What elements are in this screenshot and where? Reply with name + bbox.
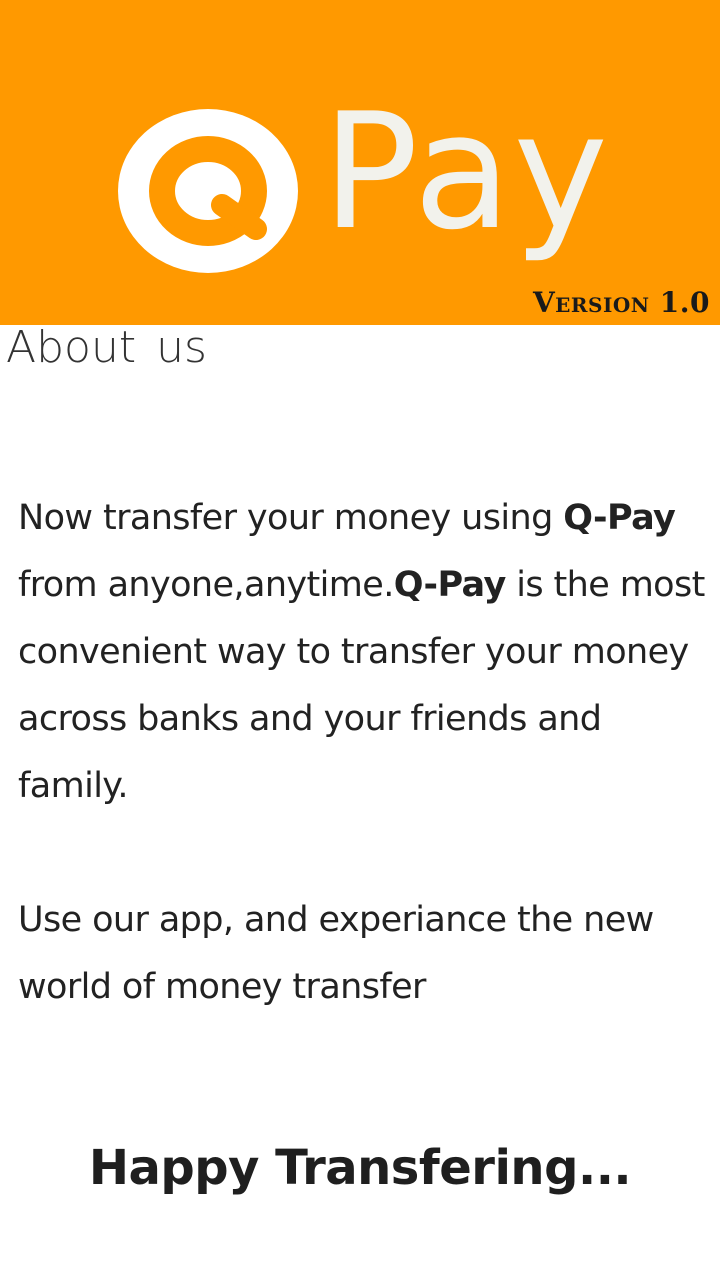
about-paragraph-1: Now transfer your money using Q-Pay from… xyxy=(18,485,720,820)
version-label: Version 1.0 xyxy=(532,286,710,319)
happy-transfering-tagline: Happy Transfering... xyxy=(88,1140,632,1196)
about-text-segment: Now transfer your money using xyxy=(18,498,564,538)
about-description: Now transfer your money using Q-Pay from… xyxy=(18,485,720,1021)
about-paragraph-2: Use our app, and experiance the new worl… xyxy=(18,900,654,1007)
q-letter-logo-icon xyxy=(118,109,298,273)
brand-logo-text: Pay xyxy=(322,78,611,265)
brand-name-highlight: Q-Pay xyxy=(393,565,507,605)
brand-name-highlight: Q-Pay xyxy=(563,498,676,538)
about-us-title: About us xyxy=(6,322,207,373)
app-header: Pay Version 1.0 xyxy=(0,0,720,325)
about-text-segment: from anyone,anytime. xyxy=(18,565,394,605)
